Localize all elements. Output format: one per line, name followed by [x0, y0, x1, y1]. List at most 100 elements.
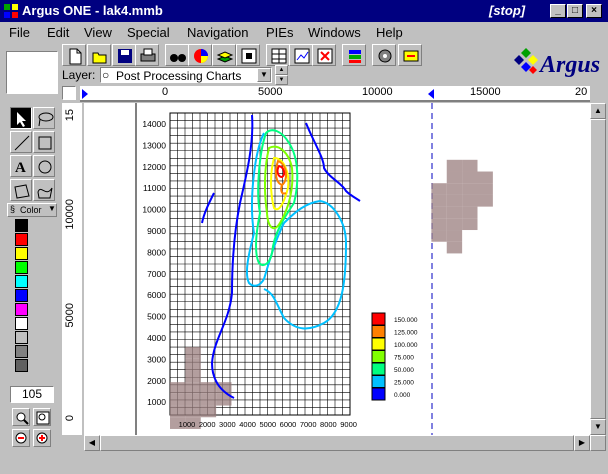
color-button[interactable] — [188, 44, 212, 66]
legend-swatch — [371, 325, 386, 338]
text-tool[interactable]: A — [10, 155, 32, 177]
color-swatch[interactable] — [15, 247, 28, 260]
chevron-down-icon: ▼ — [48, 204, 56, 213]
y-tick-label: 12000 — [142, 162, 166, 172]
zoom-area-button[interactable] — [12, 408, 30, 426]
legend-label: 125.000 — [394, 330, 418, 337]
settings-button[interactable] — [372, 44, 396, 66]
menu-special[interactable]: Special — [127, 25, 170, 40]
menu-file[interactable]: File — [9, 25, 30, 40]
x-tick-label: 5000 — [259, 420, 276, 429]
y-tick-label: 5000 — [147, 312, 166, 322]
zoom-value-field[interactable]: 105 — [10, 386, 54, 403]
color-swatch[interactable] — [15, 261, 28, 274]
lasso-tool[interactable] — [33, 107, 55, 129]
vertical-scroll-thumb[interactable] — [590, 119, 606, 419]
model-canvas[interactable]: 14000 13000 12000 11000 10000 9000 8000 7000 600… — [84, 103, 590, 435]
layer-select[interactable]: ○ Post Processing Charts — [100, 67, 272, 83]
menu-pies[interactable]: PIEs — [266, 25, 293, 40]
top-ruler-label: 0 — [162, 86, 169, 98]
table-icon — [271, 48, 287, 64]
color-swatch[interactable] — [15, 275, 28, 288]
open-button[interactable] — [87, 44, 111, 66]
scroll-up-button[interactable]: ▲ — [590, 103, 606, 119]
y-tick-label: 11000 — [143, 183, 166, 193]
color-swatch[interactable] — [15, 289, 28, 302]
color-swatch[interactable] — [15, 219, 28, 232]
rectangle-tool[interactable] — [33, 131, 55, 153]
scroll-right-button[interactable]: ▶ — [574, 435, 590, 451]
pie-export-button[interactable] — [398, 44, 422, 66]
lake-cell — [185, 370, 201, 383]
zoom-in-button[interactable] — [33, 429, 51, 447]
legend-swatch — [371, 312, 386, 326]
arrow-down-icon: ▼ — [278, 77, 285, 83]
lake-cell — [431, 194, 447, 207]
scroll-down-button[interactable]: ▼ — [590, 419, 606, 435]
minimize-button[interactable]: _ — [550, 4, 566, 18]
color-header[interactable]: § Color ▼ — [7, 203, 57, 217]
lake-cell — [477, 183, 493, 195]
menu-windows[interactable]: Windows — [308, 25, 361, 40]
maximize-button[interactable]: □ — [567, 4, 583, 18]
arrow-tool[interactable] — [10, 107, 32, 129]
size-grip[interactable] — [590, 435, 606, 451]
lake-cell — [170, 405, 186, 418]
left-ruler-label: 10000 — [64, 199, 76, 230]
close-button[interactable]: × — [586, 4, 602, 18]
delete-button[interactable] — [312, 44, 336, 66]
menu-view[interactable]: View — [84, 25, 112, 40]
layer-down-button[interactable]: ▼ — [275, 75, 288, 85]
table-button[interactable] — [266, 44, 290, 66]
menu-help[interactable]: Help — [376, 25, 403, 40]
layers-button[interactable] — [212, 44, 236, 66]
new-file-icon — [69, 48, 82, 65]
arrow-down-icon: ▼ — [594, 422, 602, 431]
books-button[interactable] — [342, 44, 366, 66]
horizontal-scrollbar[interactable]: ◀ ▶ — [84, 435, 590, 451]
zoom-fit-button[interactable] — [33, 408, 51, 426]
menu-edit[interactable]: Edit — [47, 25, 69, 40]
line-icon — [14, 135, 30, 151]
lake-cell — [185, 358, 201, 371]
menu-navigation[interactable]: Navigation — [187, 25, 248, 40]
color-swatch[interactable] — [15, 317, 28, 330]
line-tool[interactable] — [10, 131, 32, 153]
y-tick-label: 3000 — [147, 354, 166, 364]
zoom-out-icon — [15, 432, 27, 444]
chart-button[interactable] — [289, 44, 313, 66]
print-button[interactable] — [135, 44, 159, 66]
ellipse-tool[interactable] — [33, 155, 55, 177]
grid-button[interactable] — [236, 44, 260, 66]
color-swatch[interactable] — [15, 345, 28, 358]
ellipse-icon — [38, 160, 52, 174]
zoom-out-button[interactable] — [12, 429, 30, 447]
color-swatch[interactable] — [15, 303, 28, 316]
y-tick-label: 1000 — [147, 397, 166, 407]
polygon-tool[interactable] — [10, 179, 32, 201]
lake-cell — [477, 171, 493, 184]
x-axis-labels: 1000 2000 3000 4000 5000 6000 7000 8000 9000 — [179, 420, 357, 429]
ruler-corner-checkbox[interactable] — [62, 86, 76, 100]
color-swatch[interactable] — [15, 233, 28, 246]
argus-app-icon[interactable] — [3, 3, 19, 19]
open-folder-icon — [92, 52, 107, 64]
find-button[interactable] — [165, 44, 189, 66]
layer-up-button[interactable]: ▲ — [275, 65, 288, 75]
layer-radio-icon: ○ — [102, 68, 110, 82]
new-file-button[interactable] — [62, 44, 86, 66]
scroll-left-button[interactable]: ◀ — [84, 435, 100, 451]
layer-dropdown-button[interactable]: ▼ — [257, 68, 271, 82]
save-button[interactable] — [112, 44, 136, 66]
y-tick-label: 4000 — [147, 333, 166, 343]
lake-cell — [431, 206, 447, 219]
color-swatch[interactable] — [15, 359, 28, 372]
vertical-scrollbar[interactable]: ▲ ▼ — [590, 103, 606, 435]
horizontal-scroll-thumb[interactable] — [100, 435, 574, 451]
lasso-icon — [38, 112, 54, 127]
top-ruler-label: 5000 — [258, 86, 283, 98]
y-tick-label: 14000 — [142, 119, 166, 129]
color-swatch[interactable] — [15, 331, 28, 344]
legend-label: 25.000 — [394, 380, 414, 387]
freehand-tool[interactable] — [33, 179, 55, 201]
